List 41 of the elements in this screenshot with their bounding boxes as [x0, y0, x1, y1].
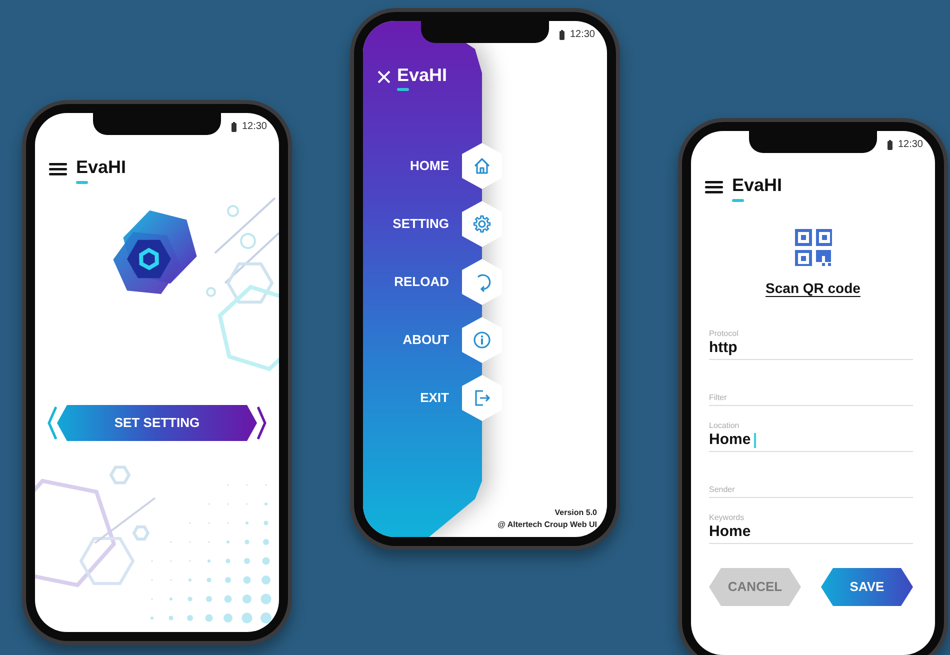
field-value: Home — [709, 523, 751, 541]
field-label: Keywords — [709, 514, 746, 523]
field-value: http — [709, 339, 738, 357]
menu-item[interactable]: RELOAD — [363, 272, 449, 292]
qr-code-icon[interactable] — [794, 229, 832, 266]
copyright-text: @ Altertech Croup Web UI — [498, 519, 597, 531]
app-title: EvaHI — [732, 175, 782, 195]
text-field[interactable]: Protocol http — [709, 321, 913, 360]
menu-icon[interactable] — [49, 162, 67, 176]
status-time: 12:30 — [898, 138, 923, 152]
field-label: Filter — [709, 394, 728, 403]
field-label: Protocol — [709, 330, 740, 339]
status-time: 12:30 — [570, 28, 595, 42]
text-field[interactable]: Location Home — [709, 413, 913, 452]
title-underline — [397, 88, 409, 91]
bracket-icon — [257, 406, 267, 440]
menu-item[interactable]: ABOUT — [363, 330, 449, 350]
bracket-icon — [47, 406, 57, 440]
menu-icon[interactable] — [705, 180, 723, 194]
menu-item[interactable]: EXIT — [363, 388, 449, 408]
set-setting-button[interactable]: SET SETTING — [57, 405, 257, 441]
version-text: Version 5.0 — [554, 507, 597, 519]
status-time: 12:30 — [242, 120, 267, 134]
menu-item[interactable]: SETTING — [363, 214, 449, 234]
title-underline — [732, 199, 744, 202]
title-underline — [76, 181, 88, 184]
battery-icon — [230, 122, 237, 132]
scan-qr-link[interactable]: Scan QR code — [766, 278, 860, 299]
app-title: EvaHI — [76, 157, 126, 177]
save-button[interactable]: SAVE — [821, 568, 913, 606]
field-label: Sender — [709, 486, 736, 495]
info-icon — [471, 329, 493, 351]
battery-icon — [558, 30, 565, 40]
app-title: EvaHI — [397, 65, 448, 85]
field-value: Home — [709, 431, 751, 449]
menu-item[interactable]: HOME — [363, 156, 449, 176]
close-icon[interactable] — [377, 70, 391, 84]
gear-icon — [471, 213, 493, 235]
field-label: Location — [709, 422, 740, 431]
battery-icon — [886, 140, 893, 150]
text-field[interactable]: Keywords Home — [709, 505, 913, 544]
